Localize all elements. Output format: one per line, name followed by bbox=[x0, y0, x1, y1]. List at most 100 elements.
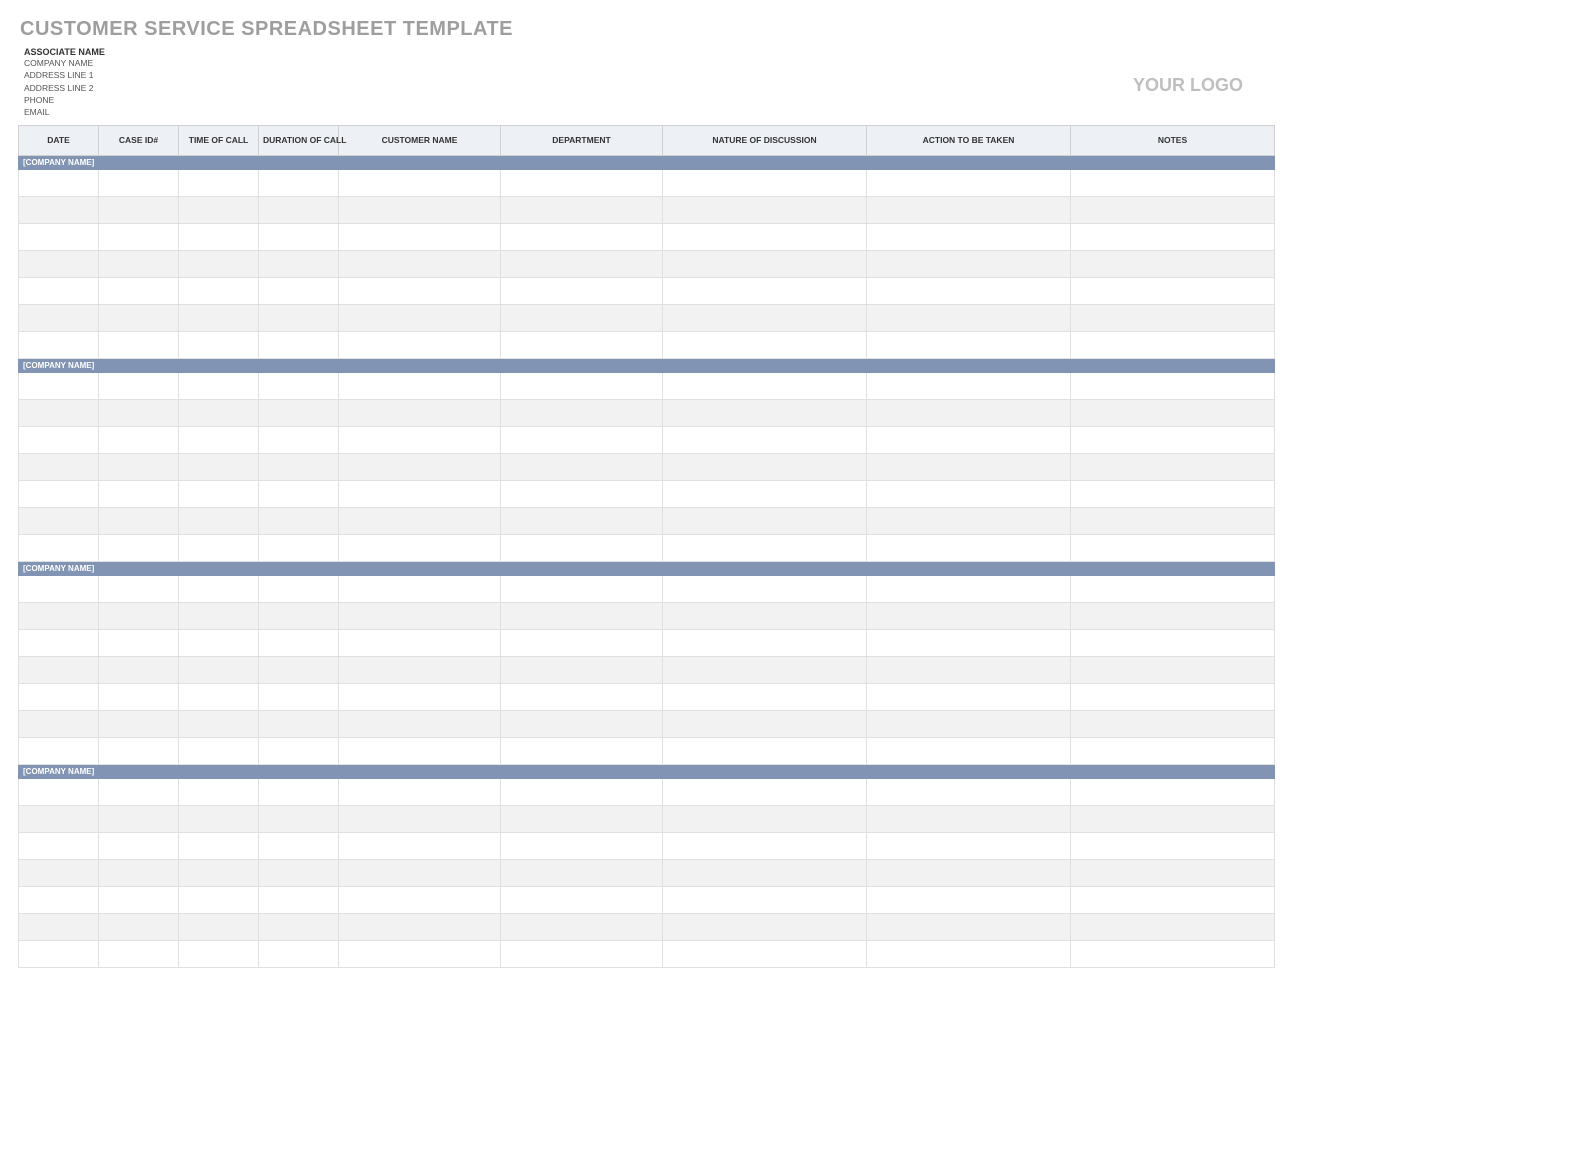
table-cell[interactable] bbox=[663, 534, 867, 561]
table-cell[interactable] bbox=[501, 196, 663, 223]
table-cell[interactable] bbox=[179, 534, 259, 561]
table-cell[interactable] bbox=[19, 913, 99, 940]
table-cell[interactable] bbox=[501, 575, 663, 602]
table-cell[interactable] bbox=[1071, 683, 1275, 710]
table-cell[interactable] bbox=[19, 737, 99, 764]
table-cell[interactable] bbox=[179, 169, 259, 196]
table-cell[interactable] bbox=[19, 886, 99, 913]
table-cell[interactable] bbox=[179, 453, 259, 480]
table-cell[interactable] bbox=[259, 886, 339, 913]
table-cell[interactable] bbox=[663, 372, 867, 399]
table-cell[interactable] bbox=[663, 940, 867, 967]
table-cell[interactable] bbox=[259, 507, 339, 534]
table-cell[interactable] bbox=[1071, 196, 1275, 223]
table-cell[interactable] bbox=[19, 426, 99, 453]
table-cell[interactable] bbox=[19, 399, 99, 426]
table-cell[interactable] bbox=[663, 805, 867, 832]
table-cell[interactable] bbox=[339, 859, 501, 886]
table-cell[interactable] bbox=[99, 480, 179, 507]
table-cell[interactable] bbox=[99, 250, 179, 277]
table-cell[interactable] bbox=[179, 507, 259, 534]
table-cell[interactable] bbox=[99, 277, 179, 304]
table-cell[interactable] bbox=[663, 277, 867, 304]
table-cell[interactable] bbox=[99, 507, 179, 534]
table-cell[interactable] bbox=[663, 331, 867, 358]
table-cell[interactable] bbox=[259, 602, 339, 629]
table-cell[interactable] bbox=[501, 304, 663, 331]
table-cell[interactable] bbox=[179, 710, 259, 737]
table-cell[interactable] bbox=[19, 778, 99, 805]
table-cell[interactable] bbox=[867, 304, 1071, 331]
table-cell[interactable] bbox=[179, 426, 259, 453]
table-cell[interactable] bbox=[1071, 426, 1275, 453]
table-cell[interactable] bbox=[179, 372, 259, 399]
table-cell[interactable] bbox=[663, 778, 867, 805]
table-cell[interactable] bbox=[339, 832, 501, 859]
table-cell[interactable] bbox=[179, 886, 259, 913]
table-cell[interactable] bbox=[867, 886, 1071, 913]
table-cell[interactable] bbox=[19, 859, 99, 886]
table-cell[interactable] bbox=[259, 683, 339, 710]
table-cell[interactable] bbox=[259, 331, 339, 358]
table-cell[interactable] bbox=[19, 534, 99, 561]
table-cell[interactable] bbox=[867, 169, 1071, 196]
table-cell[interactable] bbox=[99, 859, 179, 886]
table-cell[interactable] bbox=[339, 372, 501, 399]
table-cell[interactable] bbox=[1071, 453, 1275, 480]
table-cell[interactable] bbox=[501, 832, 663, 859]
table-cell[interactable] bbox=[179, 629, 259, 656]
table-cell[interactable] bbox=[339, 399, 501, 426]
table-cell[interactable] bbox=[867, 683, 1071, 710]
table-cell[interactable] bbox=[1071, 602, 1275, 629]
table-cell[interactable] bbox=[501, 507, 663, 534]
table-cell[interactable] bbox=[1071, 480, 1275, 507]
table-cell[interactable] bbox=[867, 710, 1071, 737]
table-cell[interactable] bbox=[19, 196, 99, 223]
table-cell[interactable] bbox=[1071, 656, 1275, 683]
table-cell[interactable] bbox=[1071, 304, 1275, 331]
table-cell[interactable] bbox=[99, 710, 179, 737]
table-cell[interactable] bbox=[19, 223, 99, 250]
table-cell[interactable] bbox=[259, 710, 339, 737]
table-cell[interactable] bbox=[501, 913, 663, 940]
table-cell[interactable] bbox=[1071, 277, 1275, 304]
table-cell[interactable] bbox=[867, 737, 1071, 764]
table-cell[interactable] bbox=[1071, 778, 1275, 805]
table-cell[interactable] bbox=[259, 913, 339, 940]
table-cell[interactable] bbox=[99, 453, 179, 480]
table-cell[interactable] bbox=[99, 940, 179, 967]
table-cell[interactable] bbox=[501, 331, 663, 358]
table-cell[interactable] bbox=[99, 331, 179, 358]
table-cell[interactable] bbox=[867, 223, 1071, 250]
table-cell[interactable] bbox=[1071, 629, 1275, 656]
table-cell[interactable] bbox=[259, 805, 339, 832]
table-cell[interactable] bbox=[99, 683, 179, 710]
table-cell[interactable] bbox=[1071, 940, 1275, 967]
table-cell[interactable] bbox=[179, 399, 259, 426]
table-cell[interactable] bbox=[179, 196, 259, 223]
table-cell[interactable] bbox=[501, 223, 663, 250]
table-cell[interactable] bbox=[19, 656, 99, 683]
table-cell[interactable] bbox=[179, 805, 259, 832]
table-cell[interactable] bbox=[179, 940, 259, 967]
table-cell[interactable] bbox=[663, 602, 867, 629]
table-cell[interactable] bbox=[867, 277, 1071, 304]
table-cell[interactable] bbox=[259, 575, 339, 602]
table-cell[interactable] bbox=[179, 683, 259, 710]
table-cell[interactable] bbox=[259, 426, 339, 453]
table-cell[interactable] bbox=[501, 710, 663, 737]
table-cell[interactable] bbox=[501, 399, 663, 426]
table-cell[interactable] bbox=[501, 277, 663, 304]
table-cell[interactable] bbox=[867, 453, 1071, 480]
table-cell[interactable] bbox=[1071, 331, 1275, 358]
table-cell[interactable] bbox=[339, 805, 501, 832]
table-cell[interactable] bbox=[179, 913, 259, 940]
table-cell[interactable] bbox=[339, 629, 501, 656]
table-cell[interactable] bbox=[99, 832, 179, 859]
table-cell[interactable] bbox=[663, 223, 867, 250]
table-cell[interactable] bbox=[259, 223, 339, 250]
table-cell[interactable] bbox=[867, 480, 1071, 507]
table-cell[interactable] bbox=[867, 602, 1071, 629]
table-cell[interactable] bbox=[1071, 886, 1275, 913]
table-cell[interactable] bbox=[19, 507, 99, 534]
